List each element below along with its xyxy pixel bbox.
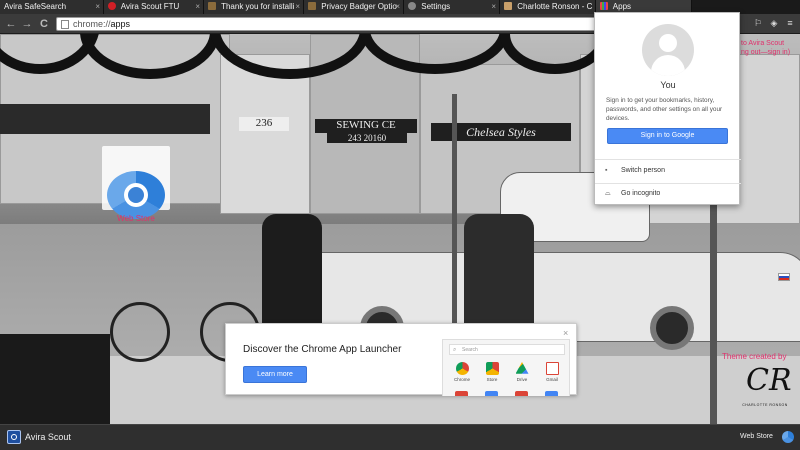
tab-close-icon[interactable]: × — [395, 0, 400, 14]
drive-icon — [515, 362, 529, 374]
launcher-app — [485, 391, 498, 396]
tab-label: Avira Scout FTU — [120, 2, 180, 11]
avira-icon — [108, 2, 116, 10]
store-icon — [485, 362, 499, 375]
launcher-app-drive: Drive — [509, 362, 535, 382]
tab-label: Settings — [421, 2, 451, 11]
profile-menu: You Sign in to get your bookmarks, histo… — [594, 12, 741, 205]
close-icon[interactable]: × — [563, 328, 568, 338]
person-icon: ▪ — [605, 167, 608, 174]
badger-icon — [308, 2, 316, 10]
charlotte-ronson-logo: CR CHARLOTTE RONSON — [740, 363, 792, 409]
tab-label: Apps — [612, 2, 632, 11]
promo-title: Discover the Chrome App Launcher — [243, 344, 402, 355]
tab-avira-safesearch[interactable]: Avira SafeSearch × — [0, 0, 104, 14]
awning — [0, 104, 210, 134]
tab-settings[interactable]: Settings × — [404, 0, 500, 14]
tab-label: Charlotte Ronson - C — [517, 2, 593, 11]
gear-icon — [408, 2, 416, 10]
tab-privacy-badger[interactable]: Privacy Badger Optio × — [304, 0, 404, 14]
tab-label: Thank you for installi — [221, 2, 295, 11]
launcher-search-box: Search — [449, 344, 565, 355]
bicycle-wheel — [110, 302, 170, 362]
go-incognito-item[interactable]: ⌓ Go incognito — [595, 183, 741, 205]
tab-thank-you[interactable]: Thank you for installi × — [204, 0, 304, 14]
avira-scout-icon[interactable] — [7, 430, 21, 444]
tab-close-icon[interactable]: × — [195, 0, 200, 14]
menu-icon[interactable]: ≡ — [784, 17, 796, 29]
iron-fence — [0, 334, 110, 424]
gmail-icon — [545, 362, 559, 375]
app-launcher-promo: Discover the Chrome App Launcher Learn m… — [225, 323, 577, 396]
url-text: chrome://apps — [73, 19, 131, 29]
page-icon — [504, 2, 512, 10]
tab-charlotte-ronson[interactable]: Charlotte Ronson - C — [500, 0, 596, 14]
learn-more-button[interactable]: Learn more — [243, 366, 307, 383]
store-number: 236 — [239, 117, 289, 131]
app-label-web-store[interactable]: Web Store — [100, 214, 172, 223]
reload-button[interactable]: C — [37, 17, 51, 31]
tab-avira-scout-ftu[interactable]: Avira Scout FTU × — [104, 0, 204, 14]
forward-button[interactable]: → — [20, 17, 34, 31]
web-store-link[interactable]: Web Store — [740, 433, 773, 440]
page-icon — [61, 20, 69, 29]
sign-in-button[interactable]: Sign in to Google — [607, 128, 728, 144]
extension-badger-icon[interactable]: ⚐ — [752, 17, 764, 29]
sign-in-prompt-line1[interactable]: to Avira Scout — [741, 40, 784, 47]
incognito-icon: ⌓ — [605, 190, 611, 197]
app-tile-web-store[interactable] — [102, 146, 170, 219]
launcher-app-gmail: Gmail — [539, 362, 565, 382]
launcher-app — [515, 391, 528, 396]
sewing-sign: SEWING CE — [315, 119, 417, 133]
chrome-icon — [455, 362, 469, 375]
theme-created-by: Theme created by — [722, 352, 787, 361]
apps-bottom-bar: Avira Scout Web Store — [0, 424, 800, 450]
launcher-preview: Search Chrome Store Drive Gmail — [442, 339, 570, 396]
tab-label: Avira SafeSearch — [4, 2, 67, 11]
tab-close-icon[interactable]: × — [491, 0, 496, 14]
go-incognito-label: Go incognito — [621, 190, 661, 197]
tab-label: Privacy Badger Optio — [321, 2, 397, 11]
apps-grid-icon — [600, 2, 608, 10]
sign-in-description: Sign in to get your bookmarks, history, … — [606, 97, 723, 122]
chrome-web-store-icon — [107, 171, 165, 219]
switch-person-label: Switch person — [621, 167, 665, 174]
flag-icon — [778, 273, 790, 281]
back-button[interactable]: ← — [4, 17, 18, 31]
launcher-app — [545, 391, 558, 396]
profile-name: You — [660, 80, 676, 90]
extension-scout-icon[interactable]: ◈ — [768, 17, 780, 29]
tab-close-icon[interactable]: × — [95, 0, 100, 14]
phone-sign: 243 20160 — [327, 133, 407, 143]
launcher-app — [455, 391, 468, 396]
signature-mark: CR — [746, 363, 792, 398]
switch-person-item[interactable]: ▪ Switch person — [595, 160, 741, 182]
badger-icon — [208, 2, 216, 10]
avira-scout-label[interactable]: Avira Scout — [25, 430, 71, 444]
signature-text: CHARLOTTE RONSON — [742, 403, 788, 407]
car-wheel — [650, 306, 694, 350]
sign-in-prompt-line2[interactable]: ng out—sign in) — [741, 49, 790, 56]
web-store-icon[interactable] — [782, 431, 794, 443]
launcher-app-store: Store — [479, 362, 505, 382]
tab-close-icon[interactable]: × — [295, 0, 300, 14]
launcher-app-chrome: Chrome — [449, 362, 475, 382]
avatar-icon — [642, 24, 694, 76]
